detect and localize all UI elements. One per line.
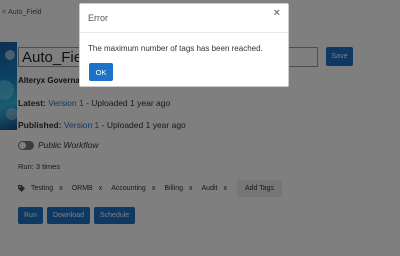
close-icon[interactable]: × [274, 7, 280, 19]
dialog-title: Error [88, 13, 108, 23]
dialog-divider [80, 32, 288, 33]
ok-button[interactable]: OK [89, 63, 113, 81]
dialog-message: The maximum number of tags has been reac… [88, 44, 263, 53]
error-dialog: Error × The maximum number of tags has b… [79, 3, 289, 87]
